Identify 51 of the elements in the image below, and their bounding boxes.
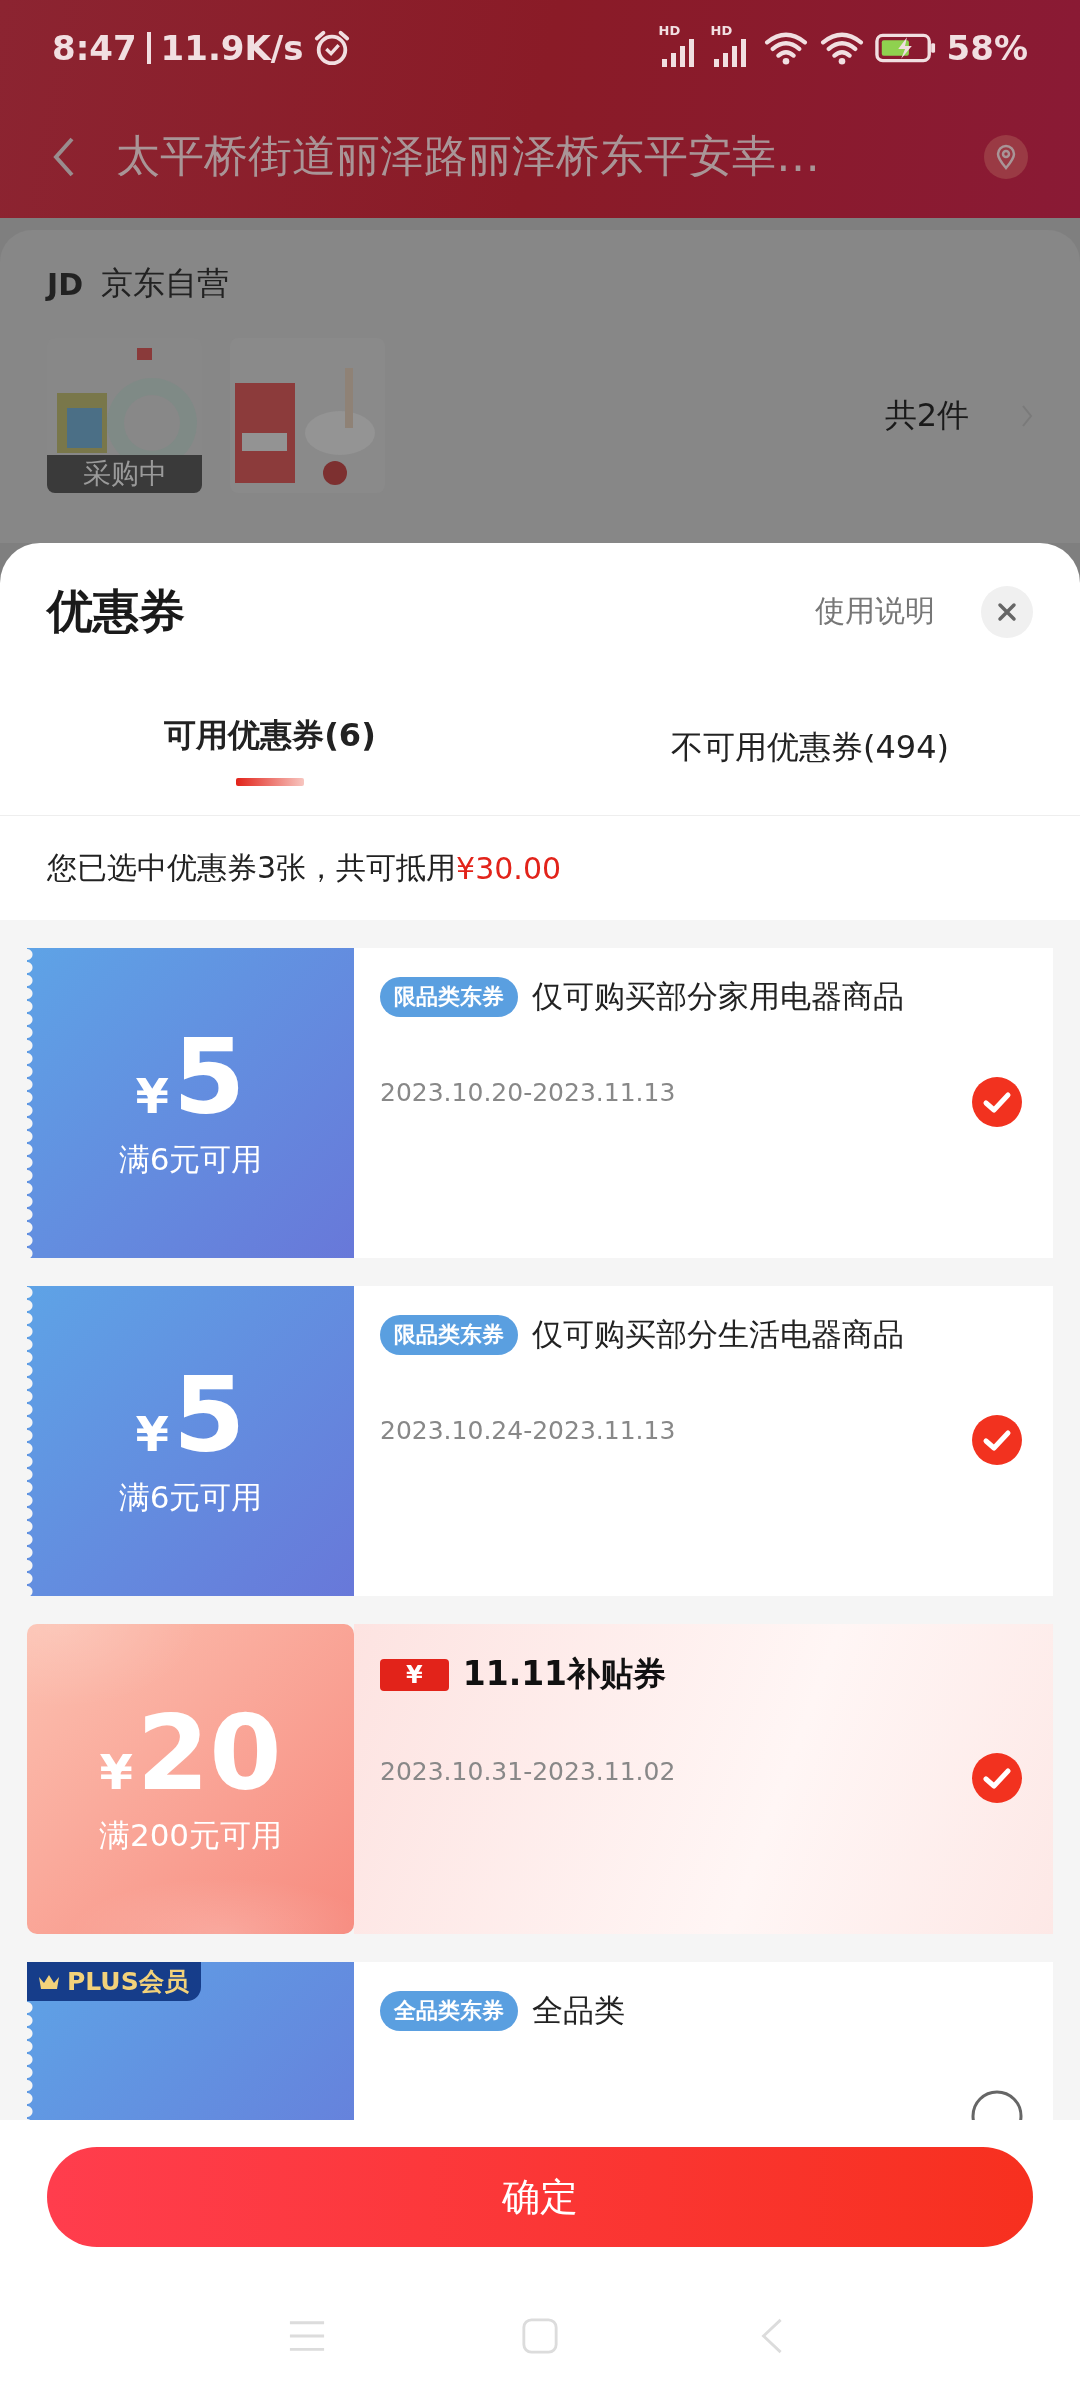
checked-icon[interactable] (971, 1414, 1023, 1466)
coupon-condition: 满200元可用 (98, 1816, 283, 1855)
network-speed: 11.9K/s (160, 27, 304, 68)
status-separator (146, 31, 151, 64)
validity-dates: 2023.10.20-2023.11.13 (380, 1078, 676, 1107)
coupon-condition: 满6元可用 (118, 1140, 263, 1179)
coupon-type-tag: 限品类东券 (380, 977, 518, 1017)
currency-symbol: ¥ (135, 1406, 169, 1462)
location-pin-icon[interactable] (984, 134, 1028, 179)
store-logo: JD (47, 266, 84, 302)
validity-dates: 2023.10.24-2023.11.13 (380, 1416, 676, 1445)
coupon-title: 11.11补贴券 (462, 1653, 667, 1695)
usage-instructions-link[interactable]: 使用说明 (815, 591, 935, 632)
coupon-type-tag: 全品类东券 (380, 1991, 518, 2031)
alarm-clock-icon (313, 28, 352, 67)
wifi-icon (762, 30, 809, 65)
hd-label: HD (658, 22, 681, 38)
coupon-amount: 5 (173, 1025, 246, 1129)
coupon-tab[interactable]: 可用优惠券(6) (164, 709, 376, 762)
currency-symbol: ¥ (99, 1744, 133, 1800)
ticket-badge: ¥ (380, 1658, 449, 1691)
checked-icon[interactable] (971, 1076, 1023, 1128)
status-label: 采购中 (47, 455, 202, 493)
coupon-details-panel[interactable]: 限品类东券 仅可购买部分家用电器商品 2023.10.20-2023.11.13 (354, 948, 1053, 1258)
hd-label: HD (710, 22, 733, 38)
ribbon-text: PLUS会员 (67, 1966, 189, 1998)
status-time: 8:47 (52, 27, 137, 68)
coupon-details-panel[interactable]: 限品类东券 仅可购买部分生活电器商品 2023.10.24-2023.11.13 (354, 1286, 1053, 1596)
currency-symbol: ¥ (135, 1068, 169, 1124)
coupon-details-panel[interactable]: ¥ 11.11补贴券 2023.10.31-2023.11.02 (354, 1624, 1053, 1934)
item-count[interactable]: 共2件 (884, 393, 969, 438)
coupon-title: 仅可购买部分生活电器商品 (532, 1315, 904, 1354)
battery-charging-icon (874, 31, 937, 64)
coupon-title: 仅可购买部分家用电器商品 (532, 977, 904, 1016)
close-icon[interactable] (981, 585, 1033, 638)
battery-percentage: 58% (946, 27, 1028, 68)
coupon-amount: 20 (136, 1701, 282, 1805)
coupon-details-panel[interactable]: 全品类东券 全品类 (354, 1962, 1053, 2120)
coupon-condition: 满6元可用 (118, 1478, 263, 1517)
coupon-tab[interactable]: 不可用优惠券(494) (670, 721, 949, 774)
sheet-title: 优惠券 (47, 582, 185, 640)
tab-underline (236, 777, 304, 786)
wifi-icon (818, 30, 865, 65)
coupon-type-tag: 限品类东券 (380, 1315, 518, 1355)
validity-dates: 2023.10.31-2023.11.02 (380, 1757, 676, 1786)
checked-icon[interactable] (971, 1752, 1023, 1804)
confirm-button[interactable]: 确定 (47, 2147, 1033, 2247)
coupon-title: 全品类 (532, 1991, 625, 2030)
selection-summary: 您已选中优惠券3张，共可抵用¥30.00 (46, 848, 563, 888)
store-name: 京东自营 (101, 263, 230, 304)
coupon-amount: 5 (173, 1363, 246, 1467)
